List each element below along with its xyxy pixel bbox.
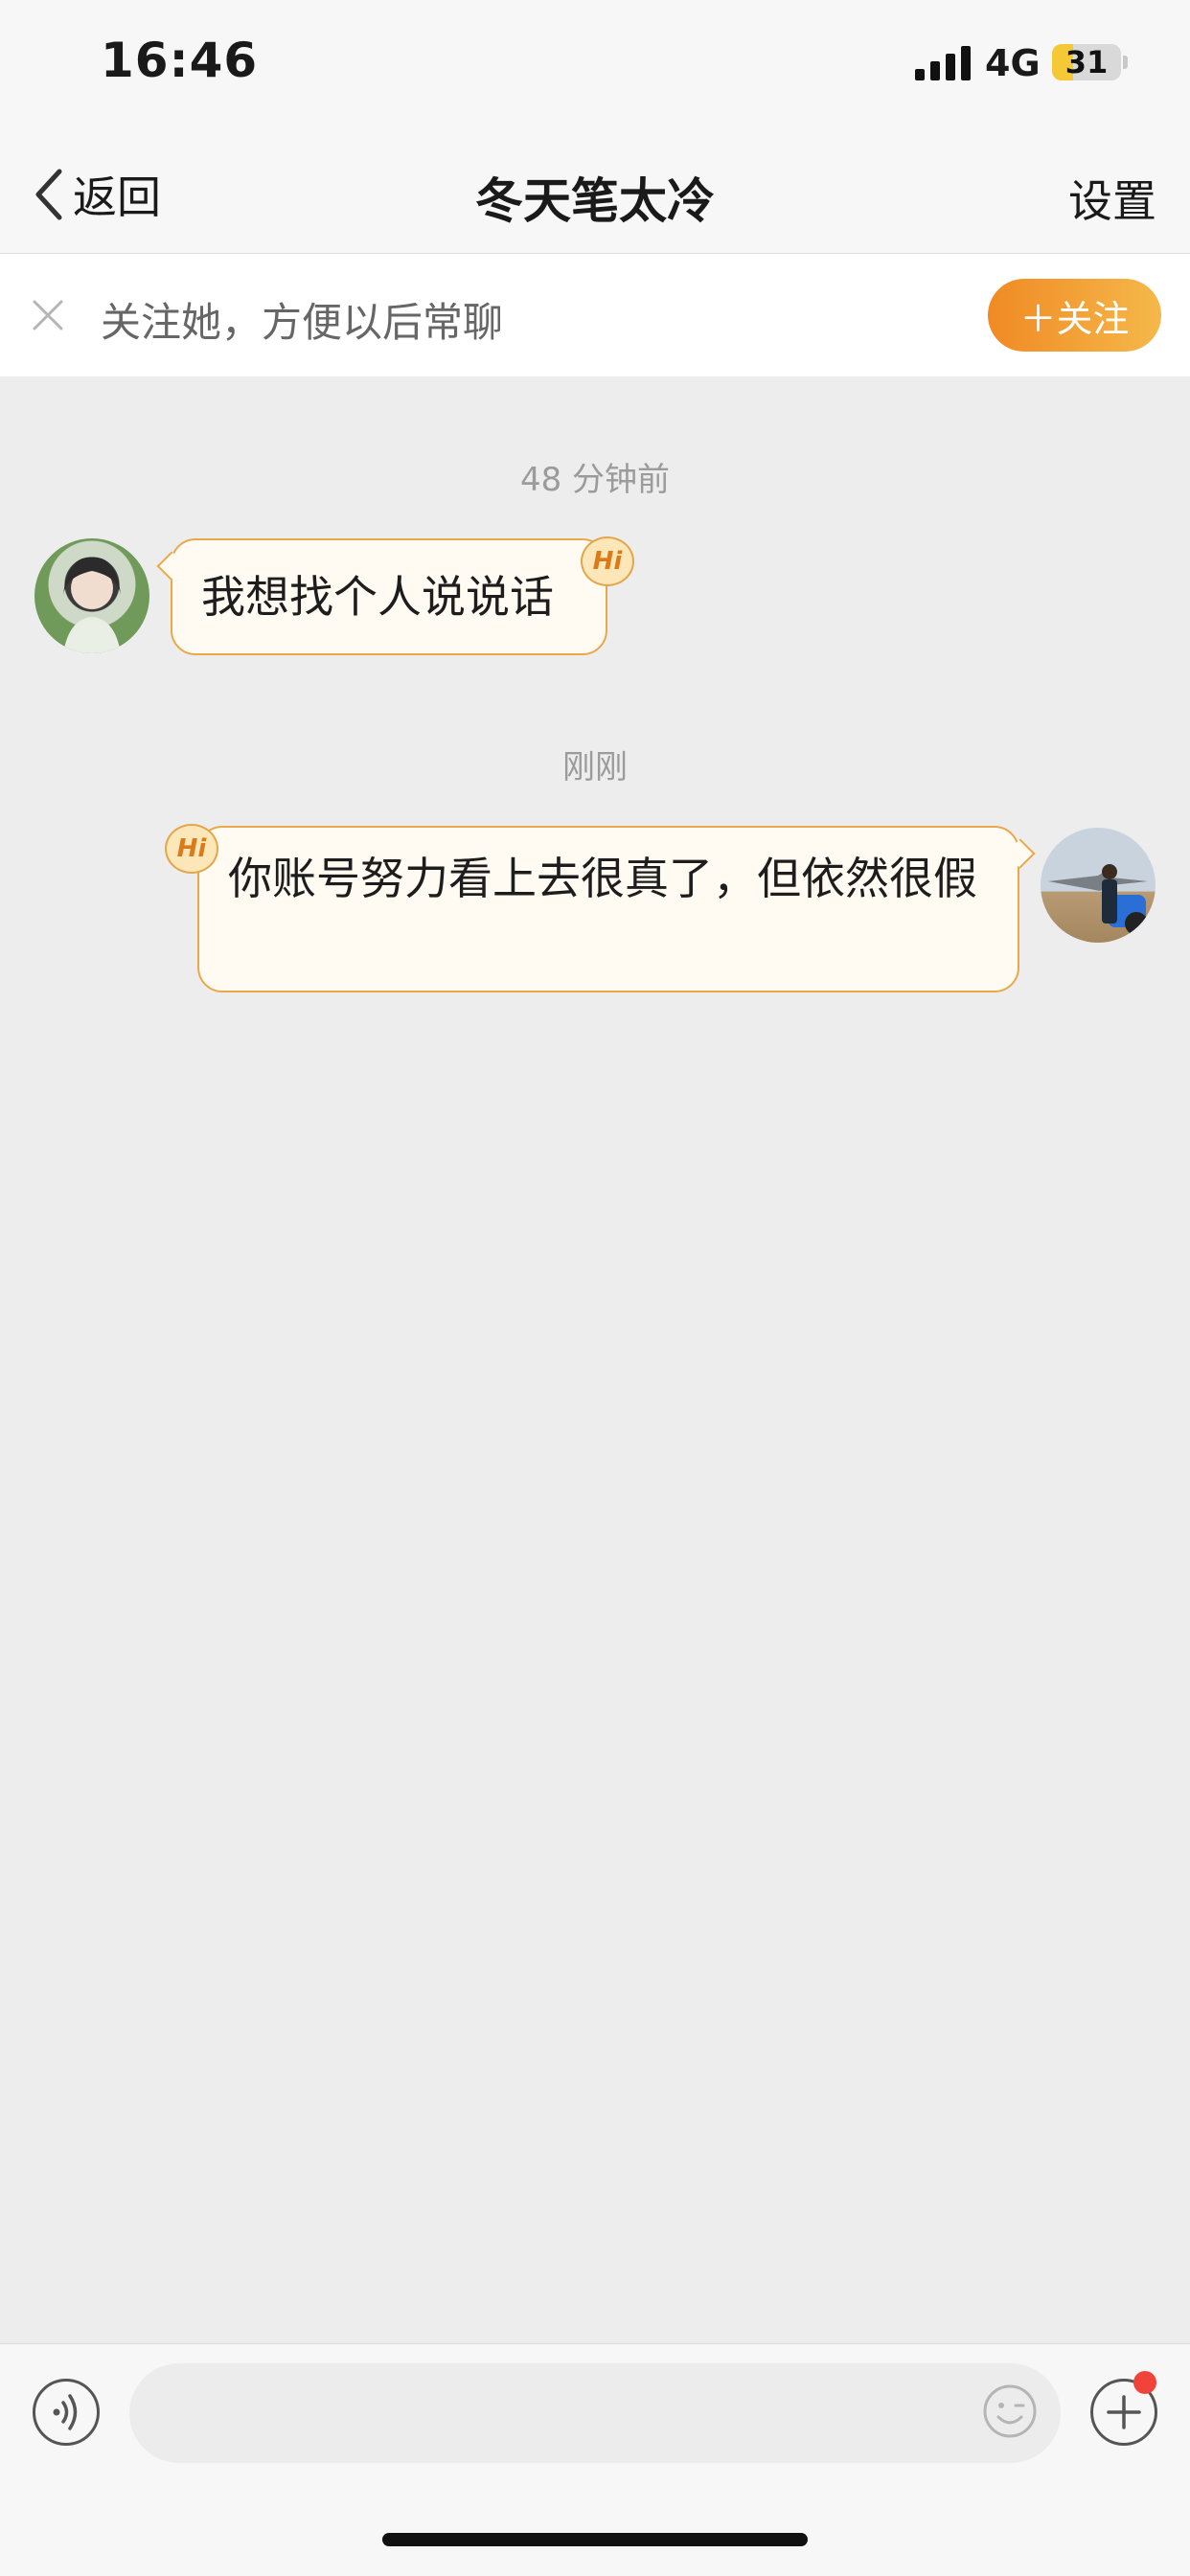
status-time: 16:46 — [101, 33, 259, 88]
self-avatar[interactable] — [1041, 828, 1156, 943]
status-bar: 16:46 4G 31 — [0, 0, 1190, 134]
message-bubble-outgoing: 你账号努力看上去很真了，但依然很假 — [197, 826, 1019, 992]
settings-button[interactable]: 设置 — [1068, 167, 1156, 230]
message-timestamp: 刚刚 — [562, 748, 628, 786]
emoji-icon[interactable] — [981, 2382, 1039, 2440]
message-text: 我想找个人说说话 — [201, 571, 554, 623]
message-timestamp: 48 分钟前 — [519, 461, 671, 499]
avatar-portrait — [63, 557, 121, 653]
voice-button[interactable] — [33, 2379, 100, 2446]
message-input[interactable] — [129, 2363, 1061, 2463]
follow-button[interactable]: ＋关注 — [988, 279, 1161, 352]
page-title: 冬天笔太冷 — [475, 173, 715, 229]
hi-badge: Hi — [165, 824, 218, 874]
close-icon[interactable] — [29, 296, 67, 334]
nav-bar: 返回 冬天笔太冷 设置 — [0, 134, 1190, 254]
message-text: 你账号努力看上去很真了，但依然很假 — [228, 853, 977, 904]
battery-icon: 31 — [1052, 44, 1121, 80]
signal-icon — [915, 46, 971, 80]
follow-banner: 关注她，方便以后常聊 ＋关注 — [0, 254, 1190, 376]
message-bubble-incoming: 我想找个人说说话 — [171, 538, 607, 655]
avatar-photo — [1048, 864, 1148, 935]
battery-percent: 31 — [1064, 44, 1109, 80]
network-type: 4G — [985, 42, 1041, 84]
notification-dot — [1133, 2371, 1156, 2394]
home-indicator — [382, 2533, 808, 2546]
hi-badge: Hi — [581, 536, 634, 586]
follow-prompt: 关注她，方便以后常聊 — [101, 299, 504, 346]
battery-cap — [1123, 56, 1128, 69]
voice-icon — [53, 2394, 78, 2430]
contact-avatar[interactable] — [34, 538, 149, 653]
